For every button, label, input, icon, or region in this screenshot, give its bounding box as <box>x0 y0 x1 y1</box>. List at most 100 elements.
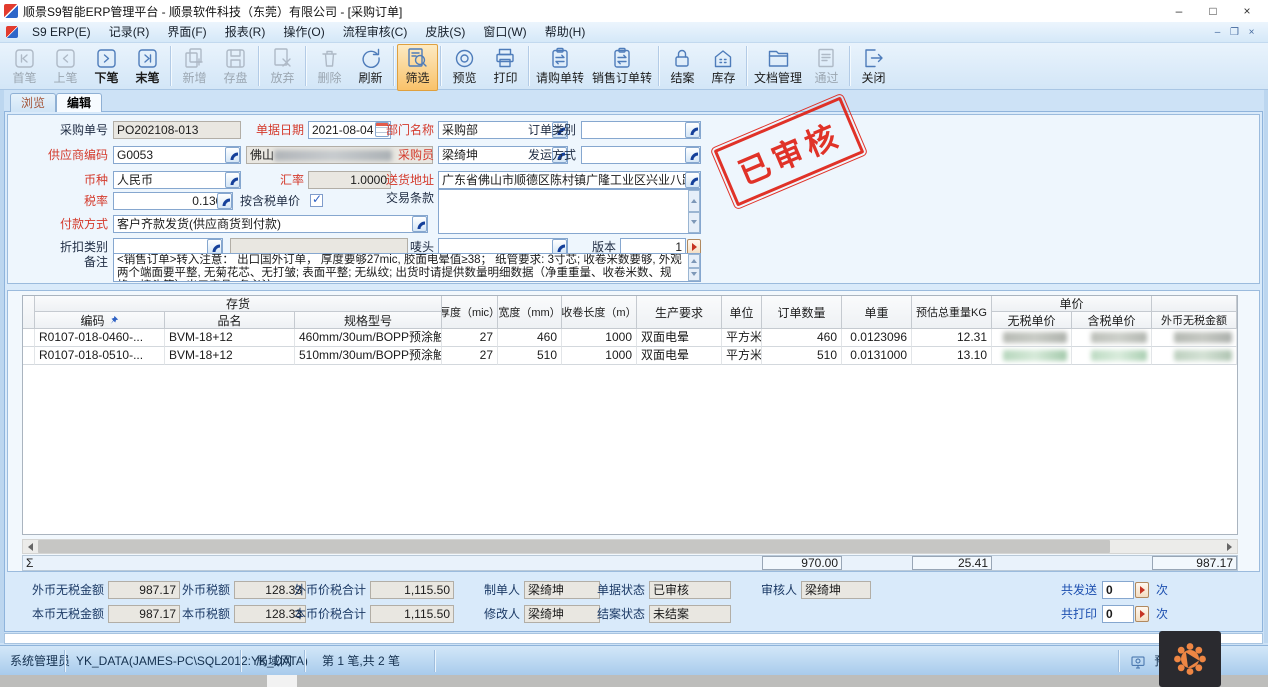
scroll-up-icon[interactable] <box>688 190 700 212</box>
supplier-lookup-button[interactable] <box>225 147 240 163</box>
cell-thickness[interactable]: 27 <box>442 347 498 365</box>
cell-unit[interactable]: 平方米 <box>722 347 762 365</box>
refresh-button[interactable]: 刷新 <box>350 44 391 91</box>
new-button[interactable]: 新增 <box>174 44 215 91</box>
scroll-left-icon[interactable] <box>23 540 38 553</box>
prev-record-button[interactable]: 上笔 <box>45 44 86 91</box>
close-button[interactable]: 关闭 <box>853 44 894 91</box>
column-header-width[interactable]: 宽度（mm） <box>498 296 562 329</box>
cell-code[interactable]: R0107-018-0510-... <box>35 347 165 365</box>
sent-count-spin-button[interactable] <box>1135 582 1149 598</box>
delete-button[interactable]: 删除 <box>309 44 350 91</box>
cell-width[interactable]: 510 <box>498 347 562 365</box>
mdi-minimize-button[interactable]: – <box>1209 27 1226 38</box>
scroll-down-icon[interactable] <box>688 268 700 282</box>
cell-price-untaxed[interactable] <box>992 347 1072 365</box>
column-header-prod-req[interactable]: 生产要求 <box>637 296 722 329</box>
supplier-code-field[interactable]: G0053 <box>113 146 241 164</box>
purchase-request-transfer-button[interactable]: 请购单转 <box>532 44 588 91</box>
scrollbar-thumb[interactable] <box>38 540 1110 553</box>
taskbar-button[interactable] <box>267 675 297 687</box>
tax-inclusive-checkbox[interactable] <box>310 194 323 207</box>
cell-prod-req[interactable]: 双面电晕 <box>637 329 722 347</box>
cell-est-weight[interactable]: 13.10 <box>912 347 992 365</box>
cell-spec[interactable]: 510mm/30um/BOPP预涂触... <box>295 347 442 365</box>
cell-price-taxed[interactable] <box>1072 329 1152 347</box>
cell-code[interactable]: R0107-018-0460-... <box>35 329 165 347</box>
cell-foreign-untaxed[interactable] <box>1152 347 1237 365</box>
print-count-field[interactable]: 0 <box>1102 605 1134 623</box>
save-button[interactable]: 存盘 <box>215 44 256 91</box>
payment-method-lookup-button[interactable] <box>412 216 427 232</box>
cell-unit-weight[interactable]: 0.0131000 <box>842 347 912 365</box>
tab-edit[interactable]: 编辑 <box>56 93 102 112</box>
remark-scrollbar[interactable] <box>688 254 700 281</box>
column-header-qty[interactable]: 订单数量 <box>762 296 842 329</box>
preview-button[interactable]: 预览 <box>444 44 485 91</box>
order-type-field[interactable] <box>581 121 701 139</box>
mdi-restore-button[interactable]: ❐ <box>1226 27 1243 38</box>
cell-unit[interactable]: 平方米 <box>722 329 762 347</box>
cell-qty[interactable]: 510 <box>762 347 842 365</box>
minimize-button[interactable]: – <box>1162 0 1196 22</box>
menu-record[interactable]: 记录(R) <box>100 22 159 43</box>
ship-method-lookup-button[interactable] <box>685 147 700 163</box>
cell-price-untaxed[interactable] <box>992 329 1072 347</box>
scroll-up-icon[interactable] <box>688 254 700 268</box>
column-header-foreign-untaxed[interactable]: 外币无税金额 <box>1152 312 1237 329</box>
menu-workflow[interactable]: 流程审核(C) <box>334 22 417 43</box>
column-header-name[interactable]: 品名 <box>165 312 295 329</box>
cell-name[interactable]: BVM-18+12 <box>165 347 295 365</box>
approve-button[interactable]: 通过 <box>806 44 847 91</box>
inventory-button[interactable]: 库存 <box>703 44 744 91</box>
maximize-button[interactable]: □ <box>1196 0 1230 22</box>
row-selector[interactable] <box>23 347 35 365</box>
scroll-down-icon[interactable] <box>688 212 700 234</box>
print-button[interactable]: 打印 <box>485 44 526 91</box>
column-header-code[interactable]: 编码 <box>35 312 165 329</box>
tax-rate-lookup-button[interactable] <box>217 193 232 209</box>
screen-recorder-overlay[interactable] <box>1159 631 1221 687</box>
menu-window[interactable]: 窗口(W) <box>474 22 535 43</box>
menu-s9erp[interactable]: S9 ERP(E) <box>23 22 100 43</box>
column-header-price-untaxed[interactable]: 无税单价 <box>992 312 1072 329</box>
payment-method-field[interactable]: 客户齐款发货(供应商货到付款) <box>113 215 428 233</box>
cell-spec[interactable]: 460mm/30um/BOPP预涂触... <box>295 329 442 347</box>
scroll-right-icon[interactable] <box>1222 540 1237 553</box>
menu-operation[interactable]: 操作(O) <box>274 22 333 43</box>
trade-terms-scrollbar[interactable] <box>688 190 700 233</box>
close-case-button[interactable]: 结案 <box>662 44 703 91</box>
cell-thickness[interactable]: 27 <box>442 329 498 347</box>
remark-field[interactable]: <销售订单>转入注意： 出口国外订单， 厚度要够27mic, 胶面电晕值≥38；… <box>113 253 701 282</box>
cell-prod-req[interactable]: 双面电晕 <box>637 347 722 365</box>
cell-name[interactable]: BVM-18+12 <box>165 329 295 347</box>
menu-interface[interactable]: 界面(F) <box>158 22 215 43</box>
last-record-button[interactable]: 末笔 <box>127 44 168 91</box>
mdi-close-button[interactable]: × <box>1243 27 1260 38</box>
column-header-thickness[interactable]: 厚度（mic） <box>442 296 498 329</box>
table-row[interactable]: R0107-018-0460-... BVM-18+12 460mm/30um/… <box>23 329 1237 347</box>
ship-method-field[interactable] <box>581 146 701 164</box>
cell-length[interactable]: 1000 <box>562 347 637 365</box>
currency-field[interactable]: 人民币 <box>113 171 241 189</box>
cell-est-weight[interactable]: 12.31 <box>912 329 992 347</box>
delivery-address-field[interactable]: 广东省佛山市顺德区陈村镇广隆工业区兴业八路9号之一 <box>438 171 701 189</box>
menu-help[interactable]: 帮助(H) <box>536 22 595 43</box>
horizontal-scrollbar[interactable] <box>22 539 1238 554</box>
column-header-est-weight[interactable]: 预估总重量KG <box>912 296 992 329</box>
close-window-button[interactable]: × <box>1230 0 1264 22</box>
column-header-length[interactable]: 收卷长度（m） <box>562 296 637 329</box>
cell-price-taxed[interactable] <box>1072 347 1152 365</box>
discard-button[interactable]: 放弃 <box>262 44 303 91</box>
trade-terms-field[interactable] <box>438 189 701 234</box>
filter-button[interactable]: 筛选 <box>397 44 438 91</box>
document-manage-button[interactable]: 文档管理 <box>750 44 806 91</box>
menu-skin[interactable]: 皮肤(S) <box>416 22 474 43</box>
column-header-price-taxed[interactable]: 含税单价 <box>1072 312 1152 329</box>
table-row[interactable]: R0107-018-0510-... BVM-18+12 510mm/30um/… <box>23 347 1237 365</box>
cell-length[interactable]: 1000 <box>562 329 637 347</box>
cell-unit-weight[interactable]: 0.0123096 <box>842 329 912 347</box>
menu-report[interactable]: 报表(R) <box>216 22 275 43</box>
pin-icon[interactable] <box>109 315 119 325</box>
row-selector[interactable] <box>23 329 35 347</box>
